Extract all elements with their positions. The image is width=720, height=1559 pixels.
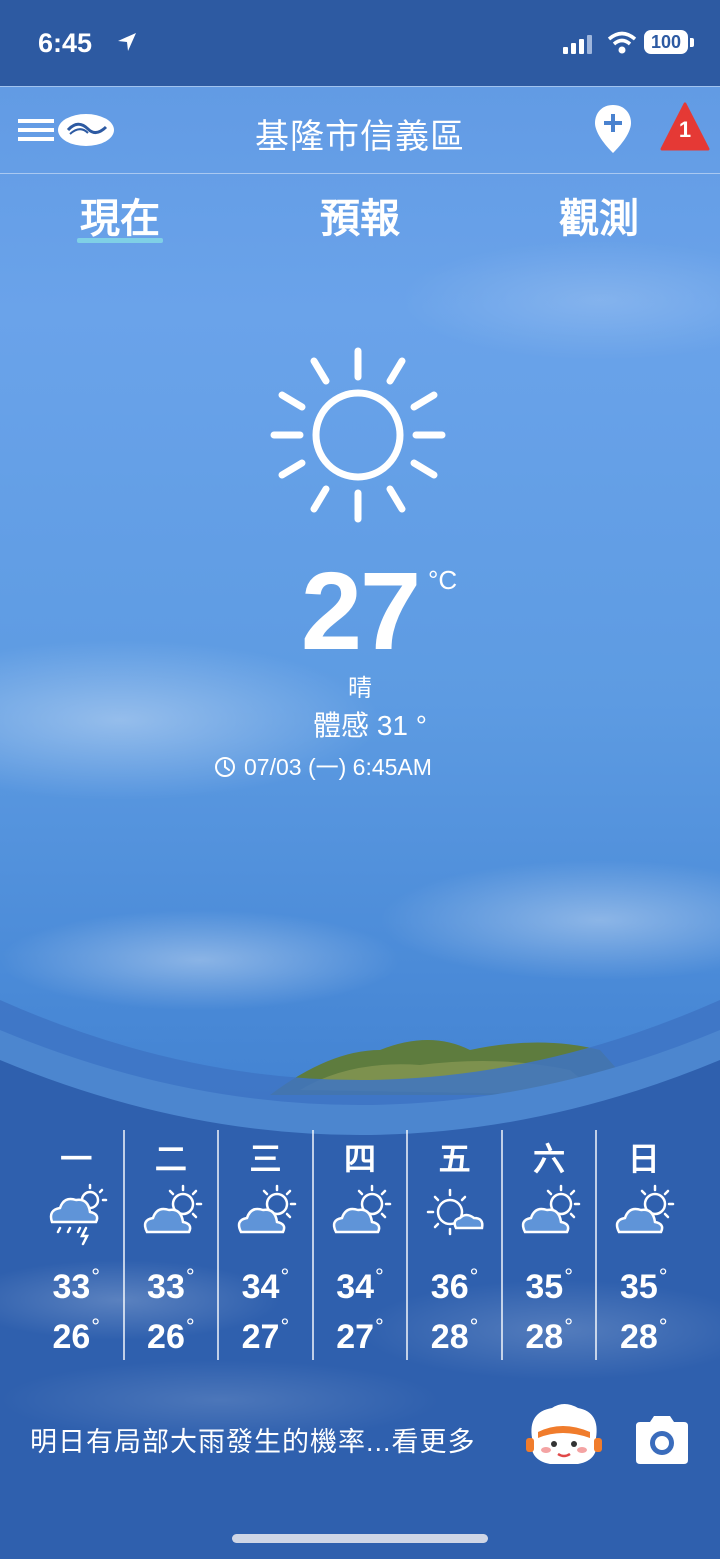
active-tab-indicator	[77, 238, 163, 243]
day-name: 三	[249, 1141, 282, 1177]
high-temp: 33°	[147, 1264, 195, 1306]
low-temp-value: 26	[52, 1318, 91, 1356]
location-arrow-icon	[118, 33, 136, 51]
day-name: 五	[438, 1141, 471, 1177]
battery-tip	[690, 38, 694, 47]
forecast-day[interactable]: 五 36° 28°	[406, 1130, 501, 1360]
high-temp-value: 33	[147, 1268, 185, 1306]
partly-cloudy-icon	[332, 1184, 391, 1234]
low-temp: 28°	[619, 1314, 668, 1356]
app-header: 基隆市信義區 1	[0, 86, 720, 174]
alert-count-badge: 1	[678, 117, 692, 142]
high-temp-value: 33	[52, 1268, 91, 1306]
add-location-icon[interactable]	[593, 103, 633, 155]
forecast-day[interactable]: 二 33° 26°	[122, 1130, 218, 1360]
partly-cloudy-icon	[616, 1184, 675, 1234]
weekly-forecast[interactable]: 一 33° 26° 二 33° 26° 三 34° 27° 四 34° 27° …	[30, 1130, 690, 1360]
forecast-day[interactable]: 六 35° 28°	[500, 1130, 596, 1360]
day-name: 六	[533, 1141, 566, 1177]
forecast-day[interactable]: 一 33° 26°	[30, 1130, 123, 1360]
low-temp-value: 28	[430, 1318, 469, 1356]
battery-icon: 100	[644, 30, 688, 54]
high-temp-value: 35	[619, 1268, 658, 1306]
partly-cloudy-icon	[143, 1184, 202, 1234]
low-temp: 27°	[241, 1314, 290, 1356]
high-temp: 34°	[241, 1264, 290, 1306]
day-name: 四	[344, 1141, 377, 1177]
day-name: 日	[627, 1141, 660, 1177]
high-temp-value: 35	[525, 1268, 564, 1306]
status-time: 6:45	[38, 28, 93, 58]
low-temp-value: 26	[147, 1318, 185, 1356]
low-temp-value: 27	[336, 1318, 375, 1356]
home-indicator[interactable]	[232, 1534, 488, 1543]
high-temp: 33°	[52, 1264, 101, 1306]
signal-icon	[563, 35, 592, 54]
day-name: 一	[60, 1141, 93, 1177]
partly-cloudy-icon	[237, 1184, 297, 1234]
partly-cloudy-icon	[521, 1184, 581, 1234]
clock-icon	[215, 757, 235, 777]
status-bar: 6:45 100	[0, 0, 720, 86]
high-temp: 35°	[619, 1264, 668, 1306]
tab-forecast[interactable]: 預報	[305, 186, 415, 244]
thunderstorm-icon	[49, 1183, 108, 1246]
high-temp-value: 36	[430, 1268, 469, 1306]
high-temp: 34°	[336, 1264, 384, 1306]
low-temp: 26°	[147, 1314, 195, 1356]
camera-icon[interactable]	[632, 1412, 692, 1466]
low-temp: 27°	[336, 1314, 384, 1356]
mostly-sunny-icon	[427, 1188, 484, 1236]
forecast-day[interactable]: 三 34° 27°	[217, 1130, 312, 1360]
forecast-notice-link[interactable]: 明日有局部大雨發生的機率...看更多	[30, 1420, 476, 1459]
sun-icon	[270, 347, 446, 523]
wifi-icon	[607, 31, 637, 54]
low-temp-value: 27	[241, 1318, 280, 1356]
day-name: 二	[154, 1141, 187, 1177]
forecast-day[interactable]: 日 35° 28°	[595, 1130, 690, 1360]
high-temp-value: 34	[241, 1268, 280, 1306]
weather-condition: 晴	[348, 675, 372, 702]
updated-time-text: 07/03 (一) 6:45AM	[244, 754, 432, 780]
low-temp: 26°	[52, 1314, 101, 1356]
temperature-unit: °C	[428, 565, 458, 595]
mascot-icon[interactable]	[522, 1398, 606, 1470]
high-temp-value: 34	[336, 1268, 375, 1306]
low-temp-value: 28	[525, 1318, 564, 1356]
tab-now[interactable]: 現在	[65, 186, 175, 244]
low-temp-value: 28	[619, 1318, 658, 1356]
low-temp: 28°	[430, 1314, 479, 1356]
tab-observation[interactable]: 觀測	[544, 186, 654, 244]
forecast-day[interactable]: 四 34° 27°	[311, 1130, 407, 1360]
updated-time: 07/03 (一) 6:45AM	[214, 748, 432, 782]
high-temp: 35°	[525, 1264, 573, 1306]
feels-like: 體感 31 °	[313, 710, 427, 741]
low-temp: 28°	[525, 1314, 573, 1356]
high-temp: 36°	[430, 1264, 479, 1306]
current-temperature: 27	[300, 550, 421, 673]
